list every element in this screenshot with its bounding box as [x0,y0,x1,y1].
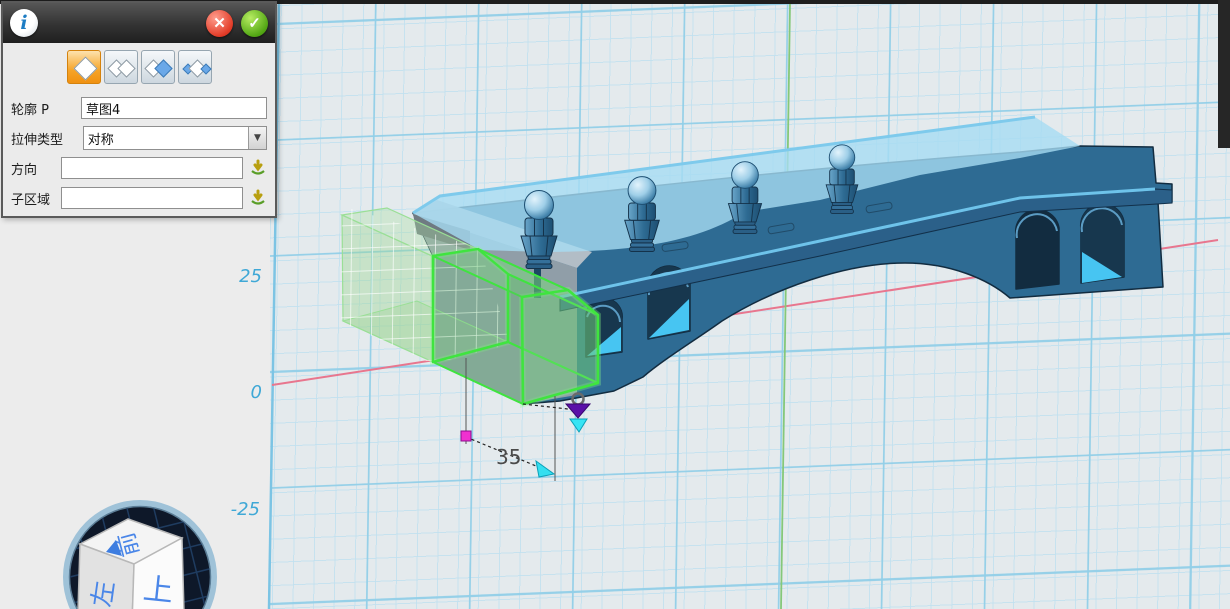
dimension-arrow-handle[interactable] [536,461,554,477]
subregion-field-label: 子区域 [11,189,61,208]
pick-from-scene-icon[interactable] [249,159,267,177]
info-icon[interactable]: i [10,9,38,37]
subregion-field-row: 子区域 [11,186,267,210]
dialog-titlebar[interactable]: i ✕ ✓ [3,3,275,43]
view-cube-widget[interactable]: 前 左 上 [56,494,226,609]
extrude-mode-intersect-button[interactable] [178,50,212,84]
axis-label-0: 0 [251,382,262,403]
view-cube-right-label: 上 [141,572,174,609]
extrude-mode-base-button[interactable] [67,50,101,84]
direction-field-label: 方向 [11,159,61,178]
dimension-value-label: 35 [496,445,521,469]
extrude-front-face[interactable] [522,290,598,404]
extrude-type-value: 对称 [84,129,248,148]
pick-from-scene-icon[interactable] [249,189,267,207]
view-cube-left-label: 左 [87,579,120,609]
direction-input[interactable] [61,157,243,179]
dimension-start-handle[interactable] [461,431,471,441]
direction-handle-purple[interactable] [566,404,590,418]
cad-application-window: 25 0 -25 [0,0,1230,609]
confirm-button[interactable]: ✓ [241,10,268,37]
profile-field-row: 轮廓 P [11,96,267,120]
extrude-mode-remove-button[interactable] [141,50,175,84]
chevron-down-icon[interactable]: ▼ [248,127,266,149]
boolean-mode-toolbar [3,43,275,90]
axis-label-25: 25 [239,266,262,287]
direction-handle-cyan[interactable] [570,419,587,432]
diamond-icon [73,56,97,80]
extrude-type-field-row: 拉伸类型 对称 ▼ [11,126,267,150]
profile-input[interactable] [81,97,267,119]
profile-field-label: 轮廓 P [11,99,81,118]
extrude-dialog: i ✕ ✓ 轮廓 P [1,1,277,218]
subregion-input[interactable] [61,187,243,209]
axis-label-neg25: -25 [231,499,260,520]
extrude-type-select[interactable]: 对称 ▼ [83,126,267,150]
cancel-button[interactable]: ✕ [206,10,233,37]
direction-field-row: 方向 [11,156,267,180]
extrude-type-label: 拉伸类型 [11,129,83,148]
extrude-mode-add-button[interactable] [104,50,138,84]
